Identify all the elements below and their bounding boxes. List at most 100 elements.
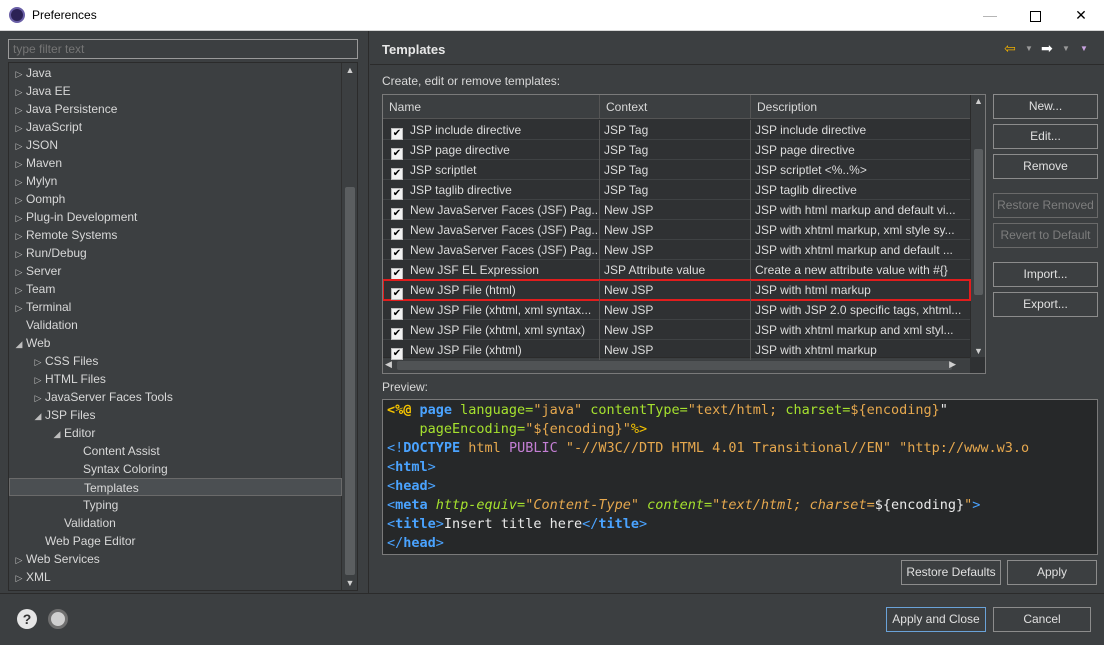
- column-header-name[interactable]: Name: [383, 95, 600, 119]
- table-row[interactable]: ✔ New JSP File (xhtml, xml syntax) New JSP…: [383, 320, 970, 340]
- restore-defaults-button[interactable]: Restore Defaults: [901, 560, 1001, 585]
- tree-item[interactable]: ▷ Maven: [9, 154, 342, 172]
- tree-item[interactable]: ▷ Plug-in Development: [9, 208, 342, 226]
- revert-to-default-button[interactable]: Revert to Default: [993, 223, 1098, 248]
- close-button[interactable]: ✕: [1058, 0, 1104, 31]
- table-hscroll-thumb[interactable]: [397, 361, 952, 370]
- enabled-checkbox[interactable]: ✔: [391, 228, 403, 240]
- collapsed-arrow-icon[interactable]: ▷: [12, 551, 26, 569]
- collapsed-arrow-icon[interactable]: ▷: [12, 245, 26, 263]
- tree-item[interactable]: Syntax Coloring: [9, 460, 342, 478]
- table-row[interactable]: ✔ JSP include directive JSP Tag JSP include…: [383, 120, 970, 140]
- import-button[interactable]: Import...: [993, 262, 1098, 287]
- remove-button[interactable]: Remove: [993, 154, 1098, 179]
- scroll-right-icon[interactable]: ▶: [949, 359, 956, 370]
- expanded-arrow-icon[interactable]: ◢: [31, 407, 45, 425]
- tree-vertical-scrollbar[interactable]: ▲ ▼: [341, 63, 357, 590]
- enabled-checkbox[interactable]: ✔: [391, 168, 403, 180]
- tree-item[interactable]: ▷ Run/Debug: [9, 244, 342, 262]
- table-row[interactable]: ✔ JSP page directive JSP Tag JSP page direc…: [383, 140, 970, 160]
- tree-item[interactable]: Validation: [9, 514, 342, 532]
- table-row[interactable]: ✔ New JavaServer Faces (JSF) Pag... New JS…: [383, 200, 970, 220]
- table-row[interactable]: ✔ New JSP File (xhtml, xml syntax... New J…: [383, 300, 970, 320]
- expanded-arrow-icon[interactable]: ◢: [50, 425, 64, 443]
- record-icon[interactable]: [48, 609, 68, 629]
- tree-item[interactable]: Content Assist: [9, 442, 342, 460]
- enabled-checkbox[interactable]: ✔: [391, 308, 403, 320]
- tree-item[interactable]: ▷ HTML Files: [9, 370, 342, 388]
- export-button[interactable]: Export...: [993, 292, 1098, 317]
- help-icon[interactable]: ?: [17, 609, 37, 629]
- collapsed-arrow-icon[interactable]: ▷: [12, 569, 26, 587]
- tree-item[interactable]: ◢ Editor: [9, 424, 342, 442]
- collapsed-arrow-icon[interactable]: ▷: [12, 101, 26, 119]
- table-scroll-thumb[interactable]: [974, 149, 983, 295]
- collapsed-arrow-icon[interactable]: ▷: [12, 173, 26, 191]
- minimize-button[interactable]: —: [967, 0, 1013, 31]
- collapsed-arrow-icon[interactable]: ▷: [31, 371, 45, 389]
- table-row[interactable]: ✔ New JavaServer Faces (JSF) Pag... New JS…: [383, 240, 970, 260]
- tree-item[interactable]: ▷ CSS Files: [9, 352, 342, 370]
- enabled-checkbox[interactable]: ✔: [391, 348, 403, 360]
- back-icon[interactable]: ⇦: [1004, 40, 1016, 57]
- tree-item[interactable]: ▷ JavaServer Faces Tools: [9, 388, 342, 406]
- tree-item[interactable]: Typing: [9, 496, 342, 514]
- column-header-context[interactable]: Context: [600, 95, 751, 119]
- tree-item[interactable]: ▷ Oomph: [9, 190, 342, 208]
- enabled-checkbox[interactable]: ✔: [391, 328, 403, 340]
- collapsed-arrow-icon[interactable]: ▷: [12, 65, 26, 83]
- forward-dropdown-icon[interactable]: ▼: [1062, 44, 1070, 53]
- collapsed-arrow-icon[interactable]: ▷: [12, 83, 26, 101]
- scroll-left-icon[interactable]: ◀: [385, 359, 392, 370]
- collapsed-arrow-icon[interactable]: ▷: [12, 137, 26, 155]
- edit-button[interactable]: Edit...: [993, 124, 1098, 149]
- new-button[interactable]: New...: [993, 94, 1098, 119]
- template-preview[interactable]: <%@ page language="java" contentType="te…: [382, 399, 1098, 555]
- tree-item[interactable]: ▷ JavaScript: [9, 118, 342, 136]
- apply-and-close-button[interactable]: Apply and Close: [886, 607, 986, 632]
- collapsed-arrow-icon[interactable]: ▷: [12, 281, 26, 299]
- maximize-button[interactable]: [1012, 0, 1058, 31]
- collapsed-arrow-icon[interactable]: ▷: [12, 263, 26, 281]
- scroll-down-icon[interactable]: ▼: [342, 578, 357, 588]
- tree-item[interactable]: Templates: [9, 478, 342, 496]
- collapsed-arrow-icon[interactable]: ▷: [12, 209, 26, 227]
- back-dropdown-icon[interactable]: ▼: [1025, 44, 1033, 53]
- tree-scroll-thumb[interactable]: [345, 187, 355, 575]
- table-row[interactable]: ✔ JSP taglib directive JSP Tag JSP taglib d…: [383, 180, 970, 200]
- tree-item[interactable]: ▷ Java: [9, 64, 342, 82]
- tree-item[interactable]: Validation: [9, 316, 342, 334]
- tree-item[interactable]: ▷ Remote Systems: [9, 226, 342, 244]
- cancel-button[interactable]: Cancel: [993, 607, 1091, 632]
- collapsed-arrow-icon[interactable]: ▷: [12, 155, 26, 173]
- scroll-up-icon[interactable]: ▲: [971, 96, 985, 106]
- view-menu-icon[interactable]: ▼: [1080, 44, 1088, 53]
- tree-item[interactable]: ◢ Web: [9, 334, 342, 352]
- enabled-checkbox[interactable]: ✔: [391, 248, 403, 260]
- collapsed-arrow-icon[interactable]: ▷: [12, 191, 26, 209]
- expanded-arrow-icon[interactable]: ◢: [12, 335, 26, 353]
- column-header-description[interactable]: Description: [751, 95, 970, 119]
- collapsed-arrow-icon[interactable]: ▷: [31, 389, 45, 407]
- filter-input[interactable]: [8, 39, 358, 59]
- table-row[interactable]: ✔ New JavaServer Faces (JSF) Pag... New JS…: [383, 220, 970, 240]
- tree-item[interactable]: Web Page Editor: [9, 532, 342, 550]
- tree-item[interactable]: ▷ Mylyn: [9, 172, 342, 190]
- enabled-checkbox[interactable]: ✔: [391, 288, 403, 300]
- tree-item[interactable]: ▷ XML: [9, 568, 342, 586]
- forward-icon[interactable]: ➡: [1041, 40, 1053, 57]
- tree-item[interactable]: ▷ Terminal: [9, 298, 342, 316]
- enabled-checkbox[interactable]: ✔: [391, 148, 403, 160]
- tree-item[interactable]: ▷ Web Services: [9, 550, 342, 568]
- scroll-up-icon[interactable]: ▲: [342, 65, 357, 75]
- tree-item[interactable]: ▷ Server: [9, 262, 342, 280]
- collapsed-arrow-icon[interactable]: ▷: [31, 353, 45, 371]
- table-row[interactable]: ✔ New JSF EL Expression JSP Attribute valu…: [383, 260, 970, 280]
- collapsed-arrow-icon[interactable]: ▷: [12, 227, 26, 245]
- collapsed-arrow-icon[interactable]: ▷: [12, 299, 26, 317]
- tree-item[interactable]: ▷ JSON: [9, 136, 342, 154]
- table-row[interactable]: ✔ JSP scriptlet JSP Tag JSP scriptlet <%..%…: [383, 160, 970, 180]
- table-vertical-scrollbar[interactable]: ▲ ▼: [970, 95, 985, 357]
- enabled-checkbox[interactable]: ✔: [391, 128, 403, 140]
- tree-item[interactable]: ◢ JSP Files: [9, 406, 342, 424]
